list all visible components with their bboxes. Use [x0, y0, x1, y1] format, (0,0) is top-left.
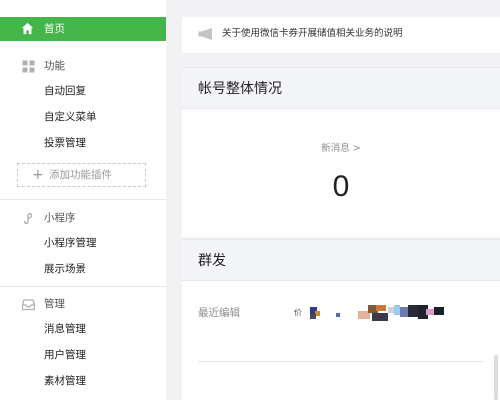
new-messages-link[interactable]: 新消息 > [182, 142, 500, 156]
sidebar-item-display-scenes[interactable]: 展示场景 [44, 261, 86, 277]
plus-icon: + [32, 167, 44, 183]
sidebar-item-auto-reply[interactable]: 自动回复 [44, 83, 86, 99]
main-content: 关于使用微信卡券开展储值相关业务的说明 帐号整体情况 新消息 > 0 群发 最近… [166, 0, 500, 400]
notice-text[interactable]: 关于使用微信卡券开展储值相关业务的说明 [222, 27, 403, 41]
sidebar-item-vote-manage[interactable]: 投票管理 [44, 135, 86, 151]
row-divider [198, 361, 484, 362]
sidebar-section-features: 功能 [0, 56, 166, 76]
sidebar-section-mini-program-label: 小程序 [44, 212, 76, 224]
sidebar-item-material-manage[interactable]: 素材管理 [44, 373, 86, 389]
account-overview-title: 帐号整体情况 [198, 81, 282, 97]
megaphone-icon [198, 28, 212, 40]
redacted-content[interactable] [302, 301, 462, 323]
mass-send-title: 群发 [198, 253, 226, 269]
sidebar-divider [0, 286, 166, 287]
add-plugin-button[interactable]: + 添加功能插件 [17, 163, 146, 187]
sidebar: 首页 功能 自动回复 自定义菜单 投票管理 + 添加功能插件 小程序 小程序管理… [0, 0, 166, 400]
sidebar-item-home-label: 首页 [44, 23, 65, 35]
notice-bar[interactable]: 关于使用微信卡券开展储值相关业务的说明 [182, 17, 500, 53]
new-messages-count: 0 [332, 170, 350, 203]
account-overview-header: 帐号整体情况 [182, 67, 500, 109]
mass-send-body: 最近编辑 价 [182, 281, 500, 400]
sidebar-item-mini-program-manage[interactable]: 小程序管理 [44, 235, 97, 251]
sidebar-item-user-manage[interactable]: 用户管理 [44, 347, 86, 363]
sidebar-section-manage-label: 管理 [44, 298, 65, 310]
mini-program-icon [23, 212, 33, 225]
sidebar-section-mini-program: 小程序 [0, 208, 166, 228]
next-row-cut-off [198, 373, 258, 383]
recent-edit-label: 最近编辑 [198, 307, 240, 319]
sidebar-item-home[interactable]: 首页 [0, 17, 166, 41]
sidebar-item-custom-menu[interactable]: 自定义菜单 [44, 109, 97, 125]
scrollbar-thumb[interactable] [494, 355, 498, 400]
home-icon [21, 22, 34, 35]
sidebar-item-message-manage[interactable]: 消息管理 [44, 321, 86, 337]
account-overview-body: 新消息 > 0 [182, 109, 500, 237]
inbox-icon [22, 299, 35, 311]
mass-send-header: 群发 [182, 239, 500, 281]
grid-icon [22, 60, 35, 73]
recent-edit-prefix: 价 [294, 308, 302, 317]
sidebar-divider [0, 199, 166, 200]
sidebar-section-features-label: 功能 [44, 60, 65, 72]
sidebar-section-manage: 管理 [0, 294, 166, 314]
add-plugin-label: 添加功能插件 [49, 169, 112, 181]
cut-off-text [198, 378, 258, 383]
